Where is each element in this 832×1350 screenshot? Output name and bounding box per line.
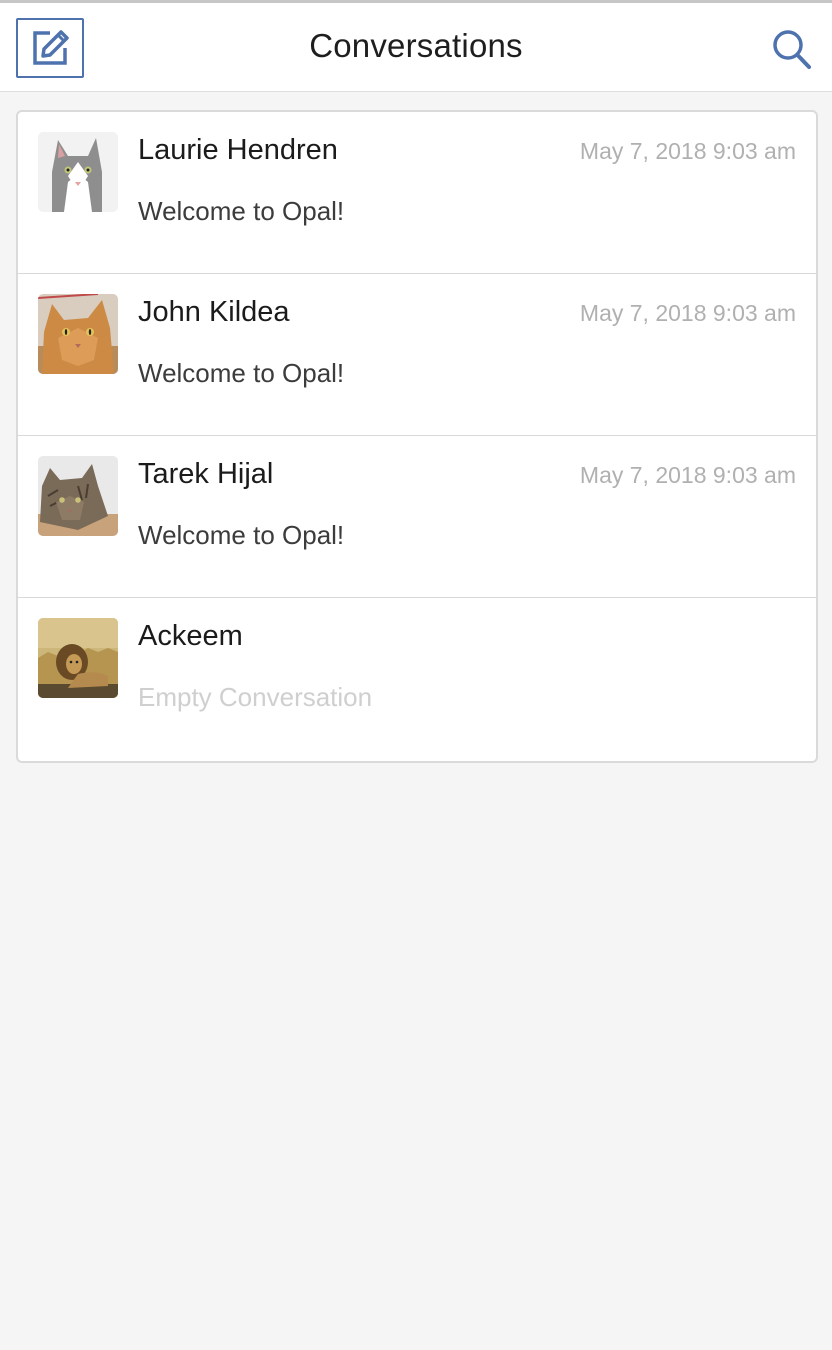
message-preview: Welcome to Opal! (138, 196, 345, 226)
contact-name: John Kildea (138, 296, 290, 328)
search-button[interactable] (770, 27, 814, 73)
top-bar: Conversations (0, 0, 832, 92)
timestamp: May 7, 2018 9:03 am (579, 138, 796, 164)
conversation-list: Laurie Hendren May 7, 2018 9:03 am Welco… (16, 110, 818, 763)
conversation-row[interactable]: John Kildea May 7, 2018 9:03 am Welcome … (18, 274, 816, 436)
conversation-row[interactable]: Ackeem Empty Conversation (18, 598, 816, 761)
search-icon (773, 30, 811, 69)
cat-avatar-orange (38, 294, 118, 374)
contact-name: Tarek Hijal (138, 458, 274, 490)
message-preview: Empty Conversation (138, 682, 373, 712)
contact-name: Ackeem (138, 620, 243, 652)
timestamp: May 7, 2018 9:03 am (579, 462, 796, 488)
page-title: Conversations (309, 27, 523, 64)
cat-avatar-gray-white (38, 132, 118, 212)
contact-name: Laurie Hendren (138, 134, 338, 166)
conversation-row[interactable]: Laurie Hendren May 7, 2018 9:03 am Welco… (18, 112, 816, 274)
timestamp: May 7, 2018 9:03 am (579, 300, 796, 326)
message-preview: Welcome to Opal! (138, 520, 345, 550)
message-preview: Welcome to Opal! (138, 358, 345, 388)
cat-avatar-tabby (38, 456, 118, 536)
conversation-row[interactable]: Tarek Hijal May 7, 2018 9:03 am Welcome … (18, 436, 816, 598)
lion-avatar (38, 618, 118, 698)
